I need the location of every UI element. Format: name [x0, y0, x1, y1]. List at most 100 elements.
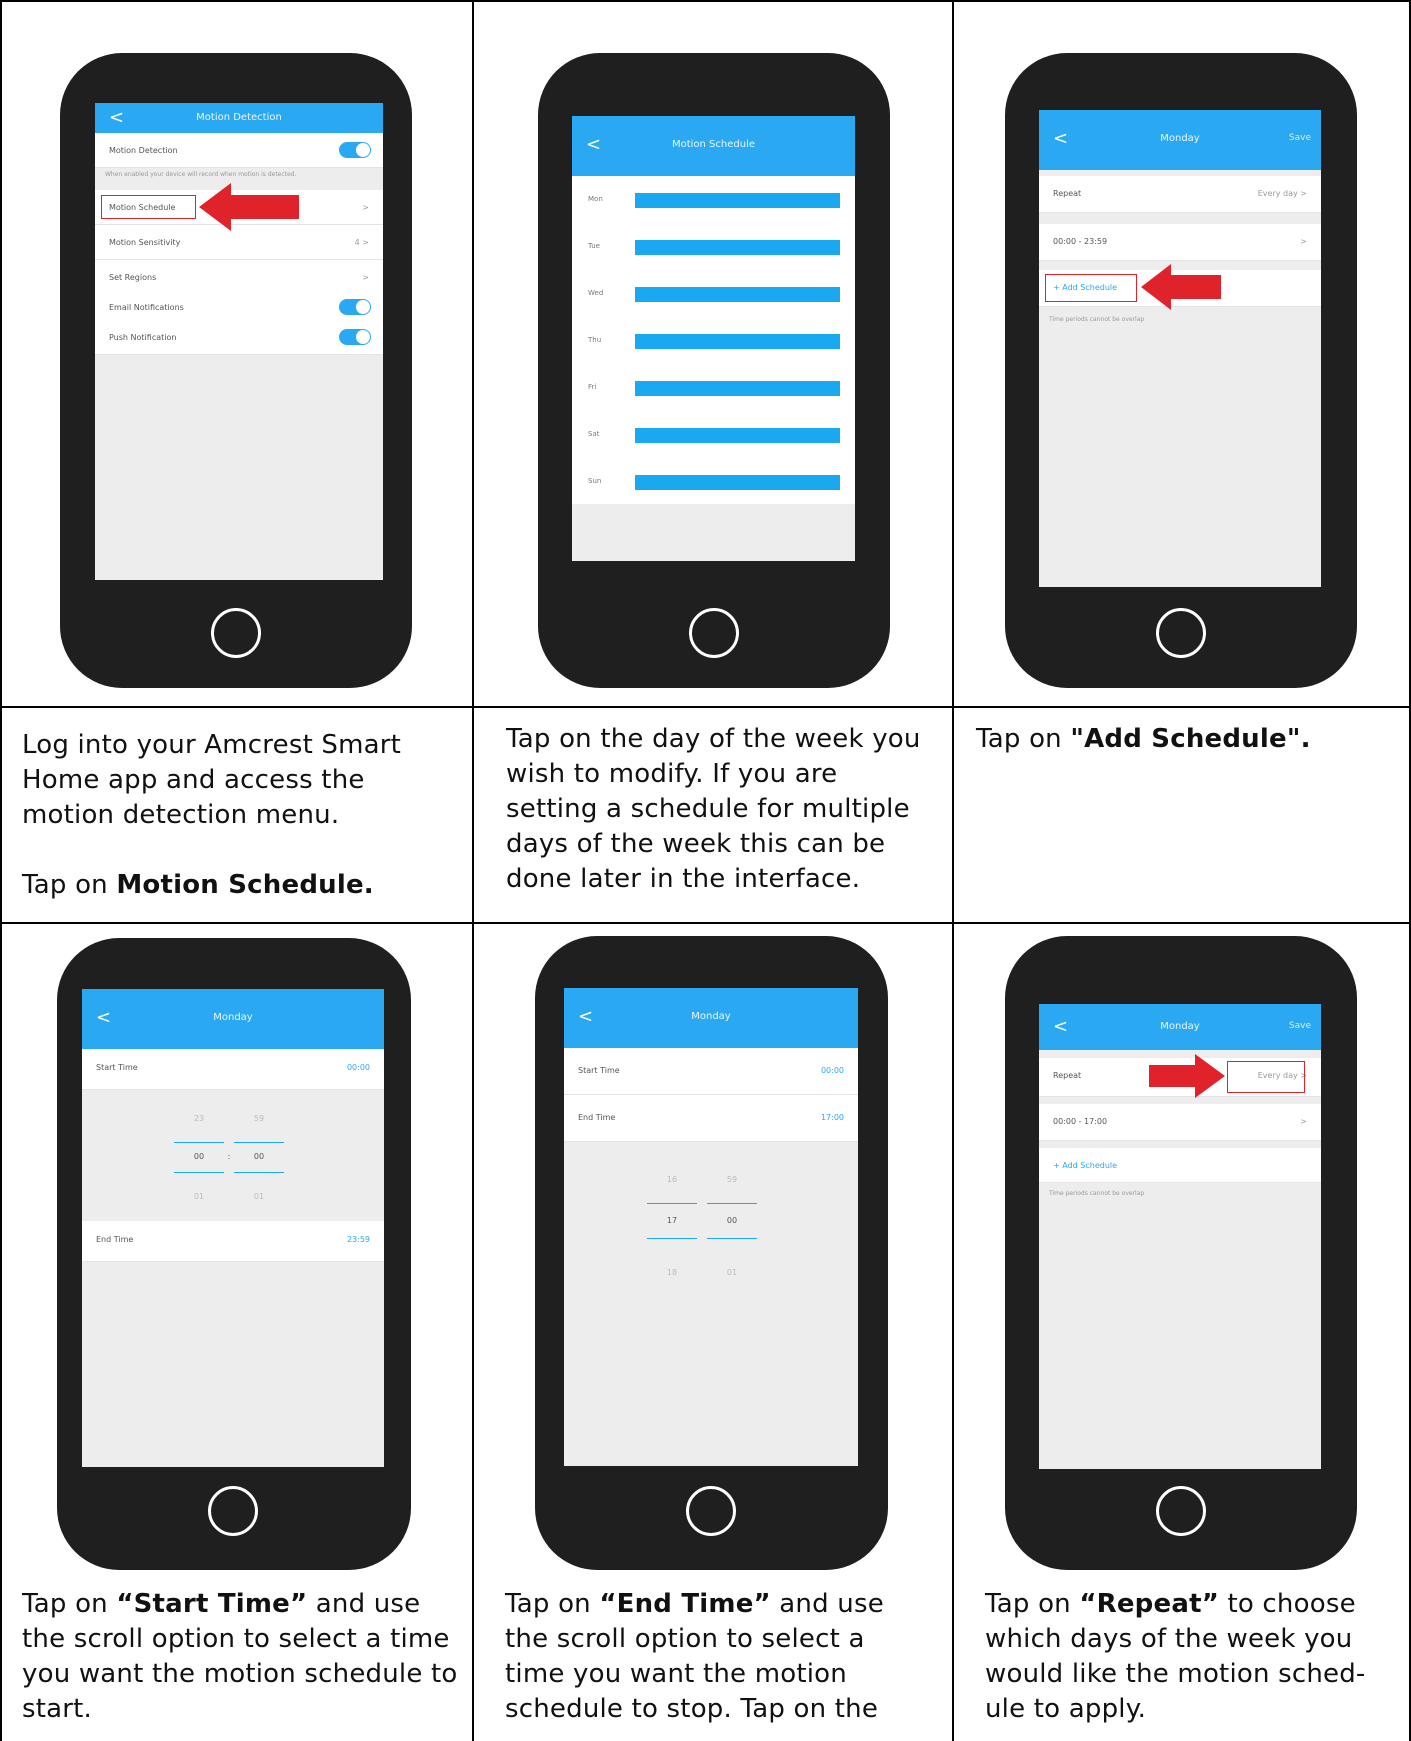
caption-text: Tap on — [976, 724, 1071, 754]
add-schedule-row[interactable]: + Add Schedule — [1039, 1148, 1321, 1183]
app-header: < Monday Save — [1039, 1004, 1321, 1050]
red-arrow-icon — [1149, 1054, 1225, 1098]
motion-detection-toggle[interactable] — [339, 142, 371, 158]
motion-detection-row[interactable]: Motion Detection — [95, 133, 383, 168]
grid-border-top — [0, 0, 1411, 2]
day-bar-wed[interactable] — [635, 287, 840, 302]
caption-text: Tap on — [985, 1589, 1080, 1619]
caption-text: Tap on the day of the week you wish to m… — [506, 724, 921, 894]
save-button[interactable]: Save — [1289, 133, 1311, 143]
row-label: Motion Detection — [109, 146, 178, 155]
wheel-line — [234, 1142, 284, 1143]
note-text: Time periods cannot be overlap — [1049, 316, 1145, 323]
row-label: Motion Sensitivity — [109, 238, 181, 247]
day-bar-thu[interactable] — [635, 334, 840, 349]
screen-title: Monday — [1160, 1021, 1200, 1032]
day-bar-sat[interactable] — [635, 428, 840, 443]
end-time-value: 23:59 — [346, 1235, 370, 1244]
day-bar-sun[interactable] — [635, 475, 840, 490]
row-label: Start Time — [96, 1063, 138, 1072]
wheel-hour-next: 01 — [193, 1192, 205, 1201]
row-label: Repeat — [1053, 189, 1082, 198]
row-label: Repeat — [1053, 1071, 1082, 1080]
phone-end-time: < Monday Start Time 00:00 End Time 17:00… — [535, 936, 888, 1570]
highlight-box — [1227, 1061, 1305, 1093]
caption-step-1: Log into your Amcrest Smart Home app and… — [22, 728, 452, 903]
repeat-value: Every day > — [1257, 189, 1307, 198]
app-header: < Monday Save — [1039, 110, 1321, 170]
time-range-row[interactable]: 00:00 - 17:00 > — [1039, 1104, 1321, 1141]
caption-bold: Motion Schedule. — [116, 870, 374, 900]
home-button-icon — [689, 608, 739, 658]
wheel-line — [707, 1203, 757, 1204]
caption-bold: "Add Schedule". — [1070, 724, 1311, 754]
wheel-line — [234, 1172, 284, 1173]
app-header: < Monday — [82, 989, 384, 1049]
grid-row-divider-1 — [0, 706, 1411, 708]
app-header: < Motion Detection — [95, 103, 383, 133]
email-toggle[interactable] — [339, 299, 371, 315]
day-label-wed[interactable]: Wed — [588, 289, 603, 297]
wheel-colon: : — [227, 1152, 231, 1161]
wheel-line — [647, 1203, 697, 1204]
grid-divider-1 — [472, 0, 474, 1741]
phone-screen: < Monday Save Repeat Every day > 00:00 -… — [1039, 110, 1321, 587]
start-time-value: 00:00 — [820, 1066, 844, 1075]
start-time-value: 00:00 — [346, 1063, 370, 1072]
day-label-mon[interactable]: Mon — [588, 195, 603, 203]
repeat-row[interactable]: Repeat Every day > — [1039, 176, 1321, 213]
home-button-icon — [1156, 1486, 1206, 1536]
chevron-right-icon: > — [362, 273, 369, 282]
caption-step-5: Tap on “End Time” and use the scroll opt… — [505, 1587, 925, 1727]
screen-title: Monday — [213, 1012, 253, 1023]
day-bar-tue[interactable] — [635, 240, 840, 255]
row-label: 00:00 - 23:59 — [1053, 237, 1108, 246]
save-button[interactable]: Save — [1289, 1021, 1311, 1031]
phone-motion-schedule: < Motion Schedule Mon Tue Wed Thu Fri Sa… — [538, 53, 890, 688]
home-button-icon — [208, 1486, 258, 1536]
start-time-row[interactable]: Start Time 00:00 — [564, 1048, 858, 1095]
row-label: Start Time — [578, 1066, 620, 1075]
wheel-line — [707, 1238, 757, 1239]
instruction-grid: < Motion Detection Motion Detection When… — [0, 0, 1411, 1741]
start-time-row[interactable]: Start Time 00:00 — [82, 1049, 384, 1090]
chevron-right-icon: > — [1300, 1117, 1307, 1126]
caption-text: Log into your Amcrest Smart Home app and… — [22, 730, 402, 830]
phone-start-time: < Monday Start Time 00:00 23 59 00 : 00 … — [57, 938, 411, 1570]
day-label-fri[interactable]: Fri — [588, 383, 596, 391]
screen-title: Motion Schedule — [671, 139, 756, 150]
push-toggle[interactable] — [339, 329, 371, 345]
app-header: < Motion Schedule — [572, 116, 855, 176]
note-text: When enabled your device will record whe… — [105, 171, 297, 178]
phone-screen: < Motion Schedule Mon Tue Wed Thu Fri Sa… — [572, 116, 855, 561]
wheel-minute-selected: 00 — [253, 1152, 265, 1161]
days-list: Mon Tue Wed Thu Fri Sat Sun — [572, 176, 855, 504]
row-label: Set Regions — [109, 273, 157, 282]
row-label: End Time — [96, 1235, 134, 1244]
phone-repeat: < Monday Save Repeat Every day > 00:00 -… — [1005, 936, 1357, 1570]
caption-text: Tap on — [505, 1589, 600, 1619]
day-bar-fri[interactable] — [635, 381, 840, 396]
highlight-box — [1045, 274, 1137, 302]
day-label-sat[interactable]: Sat — [588, 430, 599, 438]
wheel-hour-prev: 16 — [666, 1175, 678, 1184]
caption-text: Tap on — [22, 1589, 117, 1619]
home-button-icon — [211, 608, 261, 658]
wheel-minute-selected: 00 — [726, 1216, 738, 1225]
add-schedule-button[interactable]: + Add Schedule — [1053, 1161, 1117, 1170]
push-notification-row[interactable]: Push Notification — [95, 320, 383, 355]
day-label-tue[interactable]: Tue — [588, 242, 600, 250]
phone-add-schedule: < Monday Save Repeat Every day > 00:00 -… — [1005, 53, 1357, 688]
wheel-line — [174, 1142, 224, 1143]
end-time-row[interactable]: End Time 17:00 — [564, 1095, 858, 1142]
day-bar-mon[interactable] — [635, 193, 840, 208]
end-time-row[interactable]: End Time 23:59 — [82, 1221, 384, 1262]
end-time-value: 17:00 — [820, 1113, 844, 1122]
day-label-sun[interactable]: Sun — [588, 477, 601, 485]
red-arrow-icon — [199, 183, 299, 231]
phone-screen: < Motion Detection Motion Detection When… — [95, 103, 383, 580]
highlight-box — [101, 195, 196, 219]
row-label: End Time — [578, 1113, 616, 1122]
time-range-row[interactable]: 00:00 - 23:59 > — [1039, 224, 1321, 261]
day-label-thu[interactable]: Thu — [588, 336, 601, 344]
